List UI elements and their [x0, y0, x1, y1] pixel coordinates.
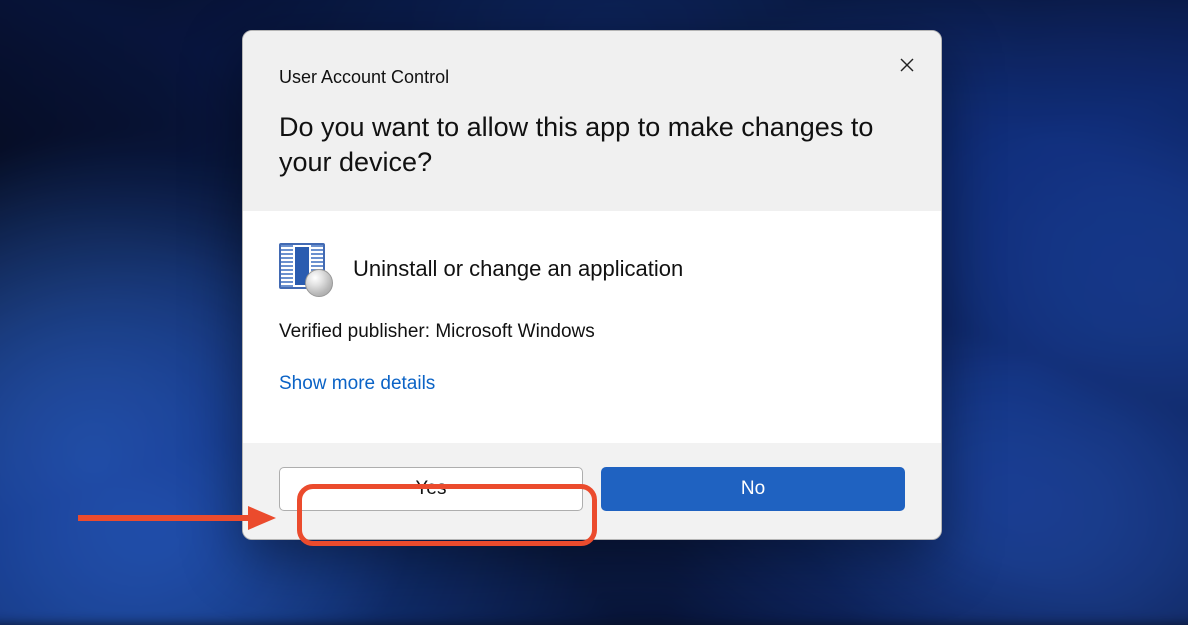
- close-icon: [899, 57, 915, 73]
- yes-button[interactable]: Yes: [279, 467, 583, 511]
- publisher-line: Verified publisher: Microsoft Windows: [279, 321, 905, 343]
- uac-dialog: User Account Control Do you want to allo…: [242, 30, 942, 540]
- no-button[interactable]: No: [601, 467, 905, 511]
- dialog-title: User Account Control: [279, 67, 905, 88]
- dialog-footer: Yes No: [243, 443, 941, 539]
- show-more-details-link[interactable]: Show more details: [279, 373, 435, 395]
- dialog-prompt: Do you want to allow this app to make ch…: [279, 110, 905, 179]
- dialog-body: Uninstall or change an application Verif…: [243, 211, 941, 443]
- dialog-header: User Account Control Do you want to allo…: [243, 31, 941, 211]
- app-info-row: Uninstall or change an application: [279, 243, 905, 295]
- app-name: Uninstall or change an application: [353, 256, 683, 282]
- programs-and-features-icon: [279, 243, 331, 295]
- close-button[interactable]: [893, 51, 921, 79]
